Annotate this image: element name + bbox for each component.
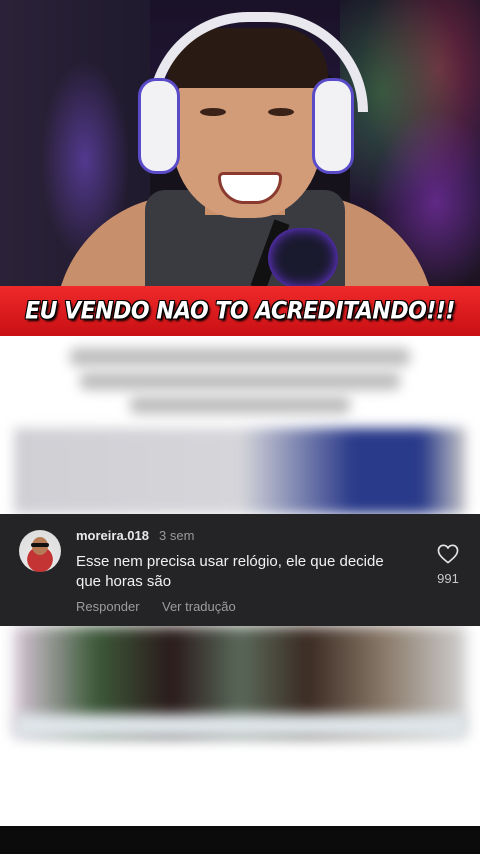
bottom-bar <box>0 826 480 854</box>
avatar[interactable] <box>19 530 61 572</box>
blurred-image-edge <box>14 714 466 738</box>
microphone <box>268 228 338 288</box>
avatar-glasses <box>31 543 49 547</box>
blurred-text-line <box>130 396 350 414</box>
caption-text: EU VENDO NAO TO ACREDITANDO!!! <box>25 297 455 325</box>
reply-button[interactable]: Responder <box>76 599 140 614</box>
headphone-left-cup <box>138 78 180 174</box>
comment-time: 3 sem <box>159 528 195 543</box>
like-count: 991 <box>437 571 459 586</box>
caption-banner: EU VENDO NAO TO ACREDITANDO!!! <box>0 286 480 336</box>
heart-outline-icon[interactable] <box>437 544 459 564</box>
translate-button[interactable]: Ver tradução <box>162 599 236 614</box>
blurred-text-line <box>80 372 400 390</box>
blurred-image <box>14 428 466 514</box>
headphone-right-cup <box>312 78 354 174</box>
comment-username[interactable]: moreira.018 <box>76 528 149 543</box>
blurred-text-line <box>70 348 410 366</box>
streamer-video <box>0 0 480 295</box>
comment-card: moreira.018 3 sem Esse nem precisa usar … <box>0 514 480 626</box>
comment-text: Esse nem precisa usar relógio, ele que d… <box>76 553 384 590</box>
